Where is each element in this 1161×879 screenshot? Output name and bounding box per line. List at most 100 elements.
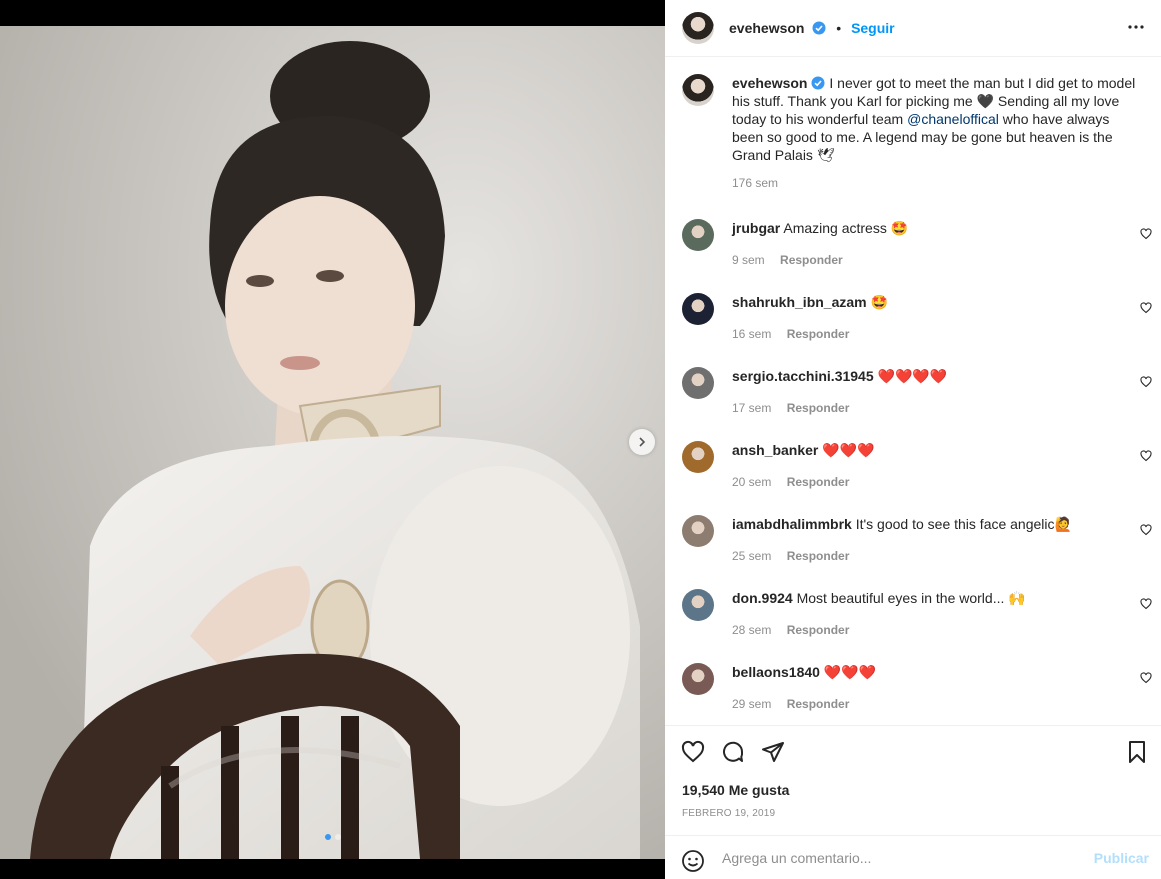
comment-text-line: don.9924 Most beautiful eyes in the worl… [732, 590, 1026, 607]
reply-button[interactable]: Responder [780, 253, 843, 267]
commenter-avatar[interactable] [682, 663, 714, 695]
separator-dot: • [836, 20, 842, 36]
commenter-username[interactable]: sergio.tacchini.31945 [732, 368, 874, 384]
comment-row: ansh_banker ❤️❤️❤️ 20 sem Responder [682, 439, 1152, 499]
comment-input[interactable] [722, 846, 1082, 870]
add-comment-bar: Publicar [665, 835, 1161, 879]
commenter-avatar[interactable] [682, 589, 714, 621]
verified-badge-icon [811, 76, 825, 90]
comment-text-line: bellaons1840 ❤️❤️❤️ [732, 664, 876, 681]
comment-row: sergio.tacchini.31945 ❤️❤️❤️❤️ 17 sem Re… [682, 365, 1152, 425]
caption-timestamp[interactable]: 176 sem [732, 176, 1137, 190]
comment-row: jrubgar Amazing actress 🤩 9 sem Responde… [682, 217, 1152, 277]
heart-icon[interactable] [1140, 302, 1152, 314]
comment-meta: 17 sem Responder [732, 401, 861, 415]
reply-button[interactable]: Responder [787, 475, 850, 489]
comment-meta: 16 sem Responder [732, 327, 861, 341]
share-icon[interactable] [761, 740, 785, 764]
carousel-dot-1 [324, 834, 331, 840]
comment-text-line: jrubgar Amazing actress 🤩 [732, 220, 908, 237]
comment-row: don.9924 Most beautiful eyes in the worl… [682, 587, 1152, 647]
comment-body: ❤️❤️❤️ [823, 664, 877, 680]
comment-timestamp[interactable]: 9 sem [732, 253, 765, 267]
comment-timestamp[interactable]: 16 sem [732, 327, 771, 341]
commenter-username[interactable]: jrubgar [732, 220, 780, 236]
heart-icon[interactable] [1140, 228, 1152, 240]
caption-avatar[interactable] [682, 74, 714, 106]
follow-button[interactable]: Seguir [851, 20, 895, 36]
carousel-indicator [0, 834, 665, 840]
more-options-icon[interactable] [1127, 18, 1145, 36]
caption-username[interactable]: evehewson [732, 75, 807, 91]
comment-body: Most beautiful eyes in the world... 🙌 [796, 590, 1026, 606]
comment-meta: 20 sem Responder [732, 475, 861, 489]
post-sidebar: evehewson • Seguir evehewson I never got… [665, 0, 1161, 879]
commenter-avatar[interactable] [682, 367, 714, 399]
comment-body: ❤️❤️❤️ [822, 442, 875, 458]
chevron-right-icon [639, 437, 646, 447]
caption-text: evehewson I never got to meet the man bu… [732, 74, 1137, 164]
likes-count[interactable]: 19,540 Me gusta [682, 782, 789, 798]
commenter-avatar[interactable] [682, 219, 714, 251]
comment-text-line: sergio.tacchini.31945 ❤️❤️❤️❤️ [732, 368, 947, 385]
heart-icon[interactable] [681, 740, 705, 764]
post-actions: 19,540 Me gusta FEBRERO 19, 2019 [665, 725, 1161, 835]
reply-button[interactable]: Responder [787, 549, 850, 563]
commenter-username[interactable]: shahrukh_ibn_azam [732, 294, 867, 310]
comment-timestamp[interactable]: 17 sem [732, 401, 771, 415]
carousel-dot-2 [334, 834, 341, 840]
author-username[interactable]: evehewson [729, 20, 804, 36]
comment-timestamp[interactable]: 29 sem [732, 697, 771, 711]
heart-icon[interactable] [1140, 524, 1152, 536]
comment-icon[interactable] [721, 740, 745, 764]
comment-meta: 9 sem Responder [732, 253, 855, 267]
author-avatar[interactable] [682, 12, 714, 44]
caption-mention-link[interactable]: @chaneloffical [907, 111, 999, 127]
bookmark-icon[interactable] [1125, 740, 1149, 764]
publish-button[interactable]: Publicar [1094, 850, 1149, 866]
reply-button[interactable]: Responder [787, 327, 850, 341]
comment-timestamp[interactable]: 28 sem [732, 623, 771, 637]
emoji-icon[interactable] [681, 849, 705, 873]
action-icons [681, 740, 785, 764]
next-photo-button[interactable] [629, 429, 655, 455]
reply-button[interactable]: Responder [787, 401, 850, 415]
comment-timestamp[interactable]: 25 sem [732, 549, 771, 563]
commenter-avatar[interactable] [682, 293, 714, 325]
comment-text-line: shahrukh_ibn_azam 🤩 [732, 294, 888, 311]
comment-meta: 29 sem Responder [732, 697, 861, 711]
post-photo[interactable] [0, 26, 665, 859]
commenter-username[interactable]: iamabdhalimmbrk [732, 516, 852, 532]
comment-body: Amazing actress 🤩 [783, 220, 909, 236]
comment-meta: 25 sem Responder [732, 549, 861, 563]
verified-badge-icon [812, 21, 826, 35]
commenter-username[interactable]: don.9924 [732, 590, 793, 606]
reply-button[interactable]: Responder [787, 623, 850, 637]
portrait-illustration [0, 26, 665, 859]
author-header-line: evehewson • Seguir [729, 20, 895, 36]
heart-icon[interactable] [1140, 376, 1152, 388]
comment-row: iamabdhalimmbrk It's good to see this fa… [682, 513, 1152, 573]
heart-icon[interactable] [1140, 672, 1152, 684]
commenter-avatar[interactable] [682, 515, 714, 547]
comment-body: 🤩 [870, 294, 888, 310]
post-caption: evehewson I never got to meet the man bu… [682, 74, 1142, 190]
post-date[interactable]: FEBRERO 19, 2019 [682, 808, 775, 819]
commenter-avatar[interactable] [682, 441, 714, 473]
post-modal: evehewson • Seguir evehewson I never got… [0, 0, 1161, 879]
comments-list[interactable]: evehewson I never got to meet the man bu… [665, 57, 1161, 725]
comment-body: ❤️❤️❤️❤️ [877, 368, 948, 384]
comment-text-line: ansh_banker ❤️❤️❤️ [732, 442, 875, 459]
comment-timestamp[interactable]: 20 sem [732, 475, 771, 489]
comment-body: It's good to see this face angelic🙋 [855, 516, 1072, 532]
photo-pane [0, 0, 665, 879]
comment-row: bellaons1840 ❤️❤️❤️ 29 sem Responder [682, 661, 1152, 721]
comment-meta: 28 sem Responder [732, 623, 861, 637]
commenter-username[interactable]: ansh_banker [732, 442, 818, 458]
post-header: evehewson • Seguir [665, 0, 1161, 57]
heart-icon[interactable] [1140, 598, 1152, 610]
heart-icon[interactable] [1140, 450, 1152, 462]
commenter-username[interactable]: bellaons1840 [732, 664, 820, 680]
comment-text-line: iamabdhalimmbrk It's good to see this fa… [732, 516, 1072, 533]
reply-button[interactable]: Responder [787, 697, 850, 711]
